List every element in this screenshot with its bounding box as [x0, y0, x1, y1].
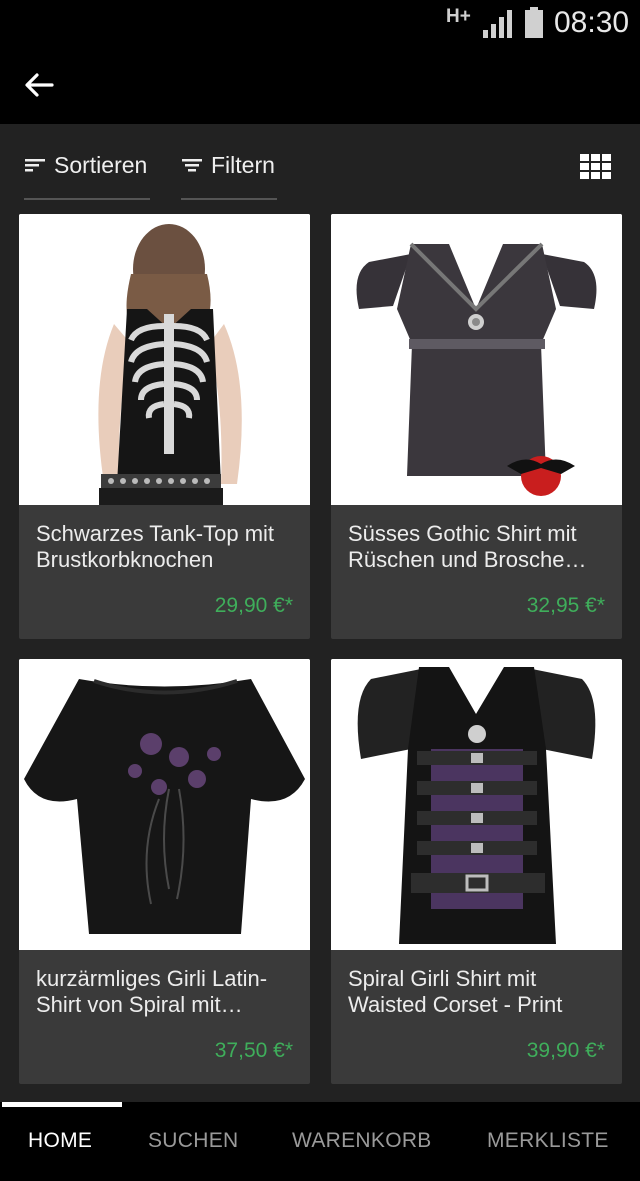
product-price: 39,90 €*: [526, 1039, 605, 1062]
app-bar: [0, 48, 640, 124]
product-image: [19, 214, 310, 505]
filter-button[interactable]: Filtern: [181, 148, 277, 200]
product-image: [331, 214, 622, 505]
clock: 08:30: [554, 6, 630, 39]
product-title: Spiral Girli Shirt mit Waisted Corset - …: [348, 966, 563, 1017]
network-type: H+: [446, 6, 471, 27]
sort-icon: [25, 159, 45, 172]
product-title: Süsses Gothic Shirt mit Rüschen und Bros…: [348, 521, 587, 572]
product-title: kurzärmliges Girli Latin-Shirt von Spira…: [36, 966, 268, 1017]
product-price: 37,50 €*: [214, 1039, 293, 1062]
product-title: Schwarzes Tank-Top mit Brustkorbknochen: [36, 521, 275, 572]
product-card[interactable]: Süsses Gothic Shirt mit Rüschen und Bros…: [331, 214, 622, 639]
product-image: [331, 659, 622, 950]
active-tab-indicator: [2, 1102, 122, 1107]
tab-suchen[interactable]: SUCHEN: [148, 1129, 238, 1153]
arrow-left-icon[interactable]: [22, 68, 56, 102]
battery-icon: [525, 7, 543, 38]
sort-filter-toolbar: Sortieren Filtern: [0, 124, 640, 212]
product-image: [19, 659, 310, 950]
product-price: 32,95 €*: [526, 594, 605, 617]
sort-button[interactable]: Sortieren: [24, 148, 150, 200]
product-price: 29,90 €*: [214, 594, 293, 617]
grid-view-icon[interactable]: [580, 154, 612, 180]
tab-warenkorb[interactable]: WARENKORB: [292, 1129, 432, 1153]
tab-home[interactable]: HOME: [28, 1129, 92, 1153]
status-bar: H+ 08:30: [0, 0, 640, 48]
product-card[interactable]: Spiral Girli Shirt mit Waisted Corset - …: [331, 659, 622, 1084]
product-card[interactable]: kurzärmliges Girli Latin-Shirt von Spira…: [19, 659, 310, 1084]
product-card[interactable]: Schwarzes Tank-Top mit Brustkorbknochen …: [19, 214, 310, 639]
bottom-navigation: HOME SUCHEN WARENKORB MERKLISTE: [0, 1102, 640, 1181]
sort-label: Sortieren: [54, 152, 148, 178]
filter-icon: [182, 159, 202, 172]
tab-merkliste[interactable]: MERKLISTE: [487, 1129, 609, 1153]
signal-icon: [483, 10, 512, 38]
filter-label: Filtern: [211, 152, 275, 178]
